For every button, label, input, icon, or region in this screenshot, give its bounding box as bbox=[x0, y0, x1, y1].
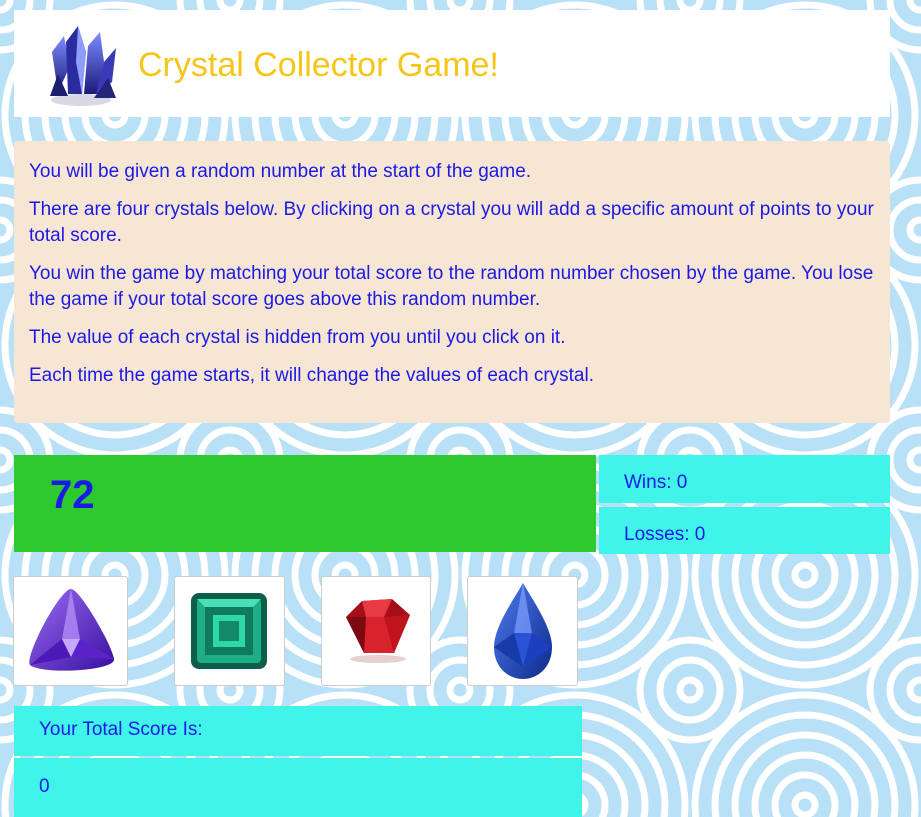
purple-crystal-icon bbox=[29, 589, 115, 671]
score-value: 0 bbox=[39, 776, 50, 797]
header: Crystal Collector Game! bbox=[14, 10, 890, 117]
crystal-button-blue[interactable] bbox=[467, 576, 578, 686]
target-number-panel: 72 bbox=[14, 455, 596, 552]
red-crystal-icon bbox=[346, 599, 410, 663]
instruction-text: Each time the game starts, it will chang… bbox=[29, 365, 594, 386]
losses-counter: Losses: 0 bbox=[624, 524, 706, 545]
crystal-button-green[interactable] bbox=[174, 576, 285, 686]
crystal-button-purple[interactable] bbox=[13, 576, 128, 686]
instruction-text: There are four crystals below. By clicki… bbox=[29, 199, 874, 246]
instruction-text: You win the game by matching your total … bbox=[29, 263, 874, 310]
score-label-panel: Your Total Score Is: bbox=[14, 706, 582, 756]
crystal-logo-icon bbox=[50, 26, 116, 106]
score-value-panel: 0 bbox=[14, 758, 582, 817]
blue-crystal-icon bbox=[494, 583, 552, 679]
wins-counter: Wins: 0 bbox=[624, 472, 688, 493]
score-label: Your Total Score Is: bbox=[39, 719, 203, 740]
crystal-button-red[interactable] bbox=[321, 576, 431, 686]
page-title: Crystal Collector Game! bbox=[138, 46, 499, 84]
green-crystal-icon bbox=[191, 593, 267, 669]
instruction-text: The value of each crystal is hidden from… bbox=[29, 327, 566, 348]
instruction-text: You will be given a random number at the… bbox=[29, 161, 532, 182]
instructions-panel: You will be given a random number at the… bbox=[14, 141, 890, 423]
losses-panel: Losses: 0 bbox=[599, 507, 890, 554]
target-number: 72 bbox=[50, 473, 95, 517]
wins-panel: Wins: 0 bbox=[599, 455, 890, 503]
